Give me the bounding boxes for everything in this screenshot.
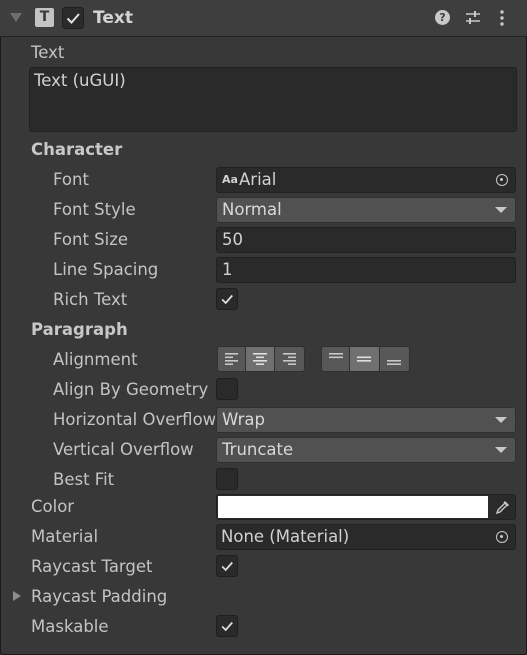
align-center-icon [253,353,267,365]
align-right-icon [283,353,296,365]
foldout-arrow-icon [13,591,21,601]
material-label: Material [31,527,99,546]
font-value: Arial [239,170,277,189]
chevron-down-icon [495,417,507,423]
line-spacing-field[interactable]: 1 [216,257,516,283]
font-field[interactable]: Aa Arial [216,167,516,193]
align-by-geometry-label: Align By Geometry [53,380,209,399]
font-asset-icon: Aa [222,173,238,186]
paragraph-section-label: Paragraph [31,320,128,339]
align-by-geometry-checkbox[interactable] [216,378,238,400]
align-right-button[interactable] [274,346,305,372]
horizontal-overflow-label: Horizontal Overflow [53,410,215,429]
material-value: None (Material) [221,527,350,546]
horizontal-overflow-dropdown[interactable]: Wrap [216,407,516,433]
chevron-down-icon [495,207,507,213]
align-middle-icon [357,356,371,362]
check-icon [221,561,233,572]
align-bottom-button[interactable] [379,346,410,372]
presets-icon[interactable] [465,10,481,26]
maskable-checkbox[interactable] [216,615,238,637]
align-center-button[interactable] [245,346,275,372]
color-field[interactable] [216,494,516,520]
vertical-alignment-group [321,346,410,372]
character-section-label: Character [31,140,123,159]
object-picker-icon[interactable] [496,531,508,543]
more-icon[interactable] [499,9,505,27]
align-top-button[interactable] [321,346,350,372]
object-picker-icon[interactable] [496,174,508,186]
font-style-value: Normal [222,200,282,219]
help-icon[interactable]: ? [435,10,450,25]
check-icon [221,294,233,305]
raycast-target-label: Raycast Target [31,557,153,576]
text-area[interactable]: Text (uGUI) [29,67,517,132]
horizontal-alignment-group [217,346,305,372]
foldout-arrow-icon[interactable] [10,13,22,22]
color-label: Color [31,497,75,516]
raycast-padding-foldout[interactable]: Raycast Padding [12,586,212,608]
align-bottom-icon [387,360,401,365]
color-swatch[interactable] [218,496,488,518]
rich-text-checkbox[interactable] [216,288,238,310]
font-size-field[interactable]: 50 [216,227,516,253]
align-middle-button[interactable] [349,346,380,372]
check-icon [221,621,233,632]
align-left-icon [225,353,238,365]
text-area-value: Text (uGUI) [34,71,126,90]
maskable-label: Maskable [31,617,109,636]
best-fit-checkbox[interactable] [216,468,238,490]
align-top-icon [329,353,343,359]
font-size-value: 50 [222,230,243,249]
font-style-label: Font Style [53,200,136,219]
component-header[interactable]: T Text ? [0,0,527,37]
best-fit-label: Best Fit [53,470,115,489]
text-component-icon-letter: T [39,9,50,25]
line-spacing-value: 1 [222,260,233,279]
alignment-label: Alignment [53,350,138,369]
vertical-overflow-label: Vertical Overflow [53,440,194,459]
horizontal-overflow-value: Wrap [222,410,265,429]
line-spacing-label: Line Spacing [53,260,159,279]
text-component-icon: T [35,8,54,27]
material-field[interactable]: None (Material) [216,524,516,550]
vertical-overflow-dropdown[interactable]: Truncate [216,437,516,463]
text-label: Text [31,43,65,62]
align-left-button[interactable] [217,346,246,372]
raycast-padding-label: Raycast Padding [31,587,168,606]
check-icon [66,13,80,24]
vertical-overflow-value: Truncate [222,440,294,459]
font-label: Font [53,170,89,189]
font-style-dropdown[interactable]: Normal [216,197,516,223]
rich-text-label: Rich Text [53,290,128,309]
chevron-down-icon [495,447,507,453]
raycast-target-checkbox[interactable] [216,555,238,577]
font-size-label: Font Size [53,230,129,249]
component-title: Text [93,8,133,28]
component-enabled-checkbox[interactable] [62,7,84,29]
eyedropper-icon[interactable] [495,499,511,515]
